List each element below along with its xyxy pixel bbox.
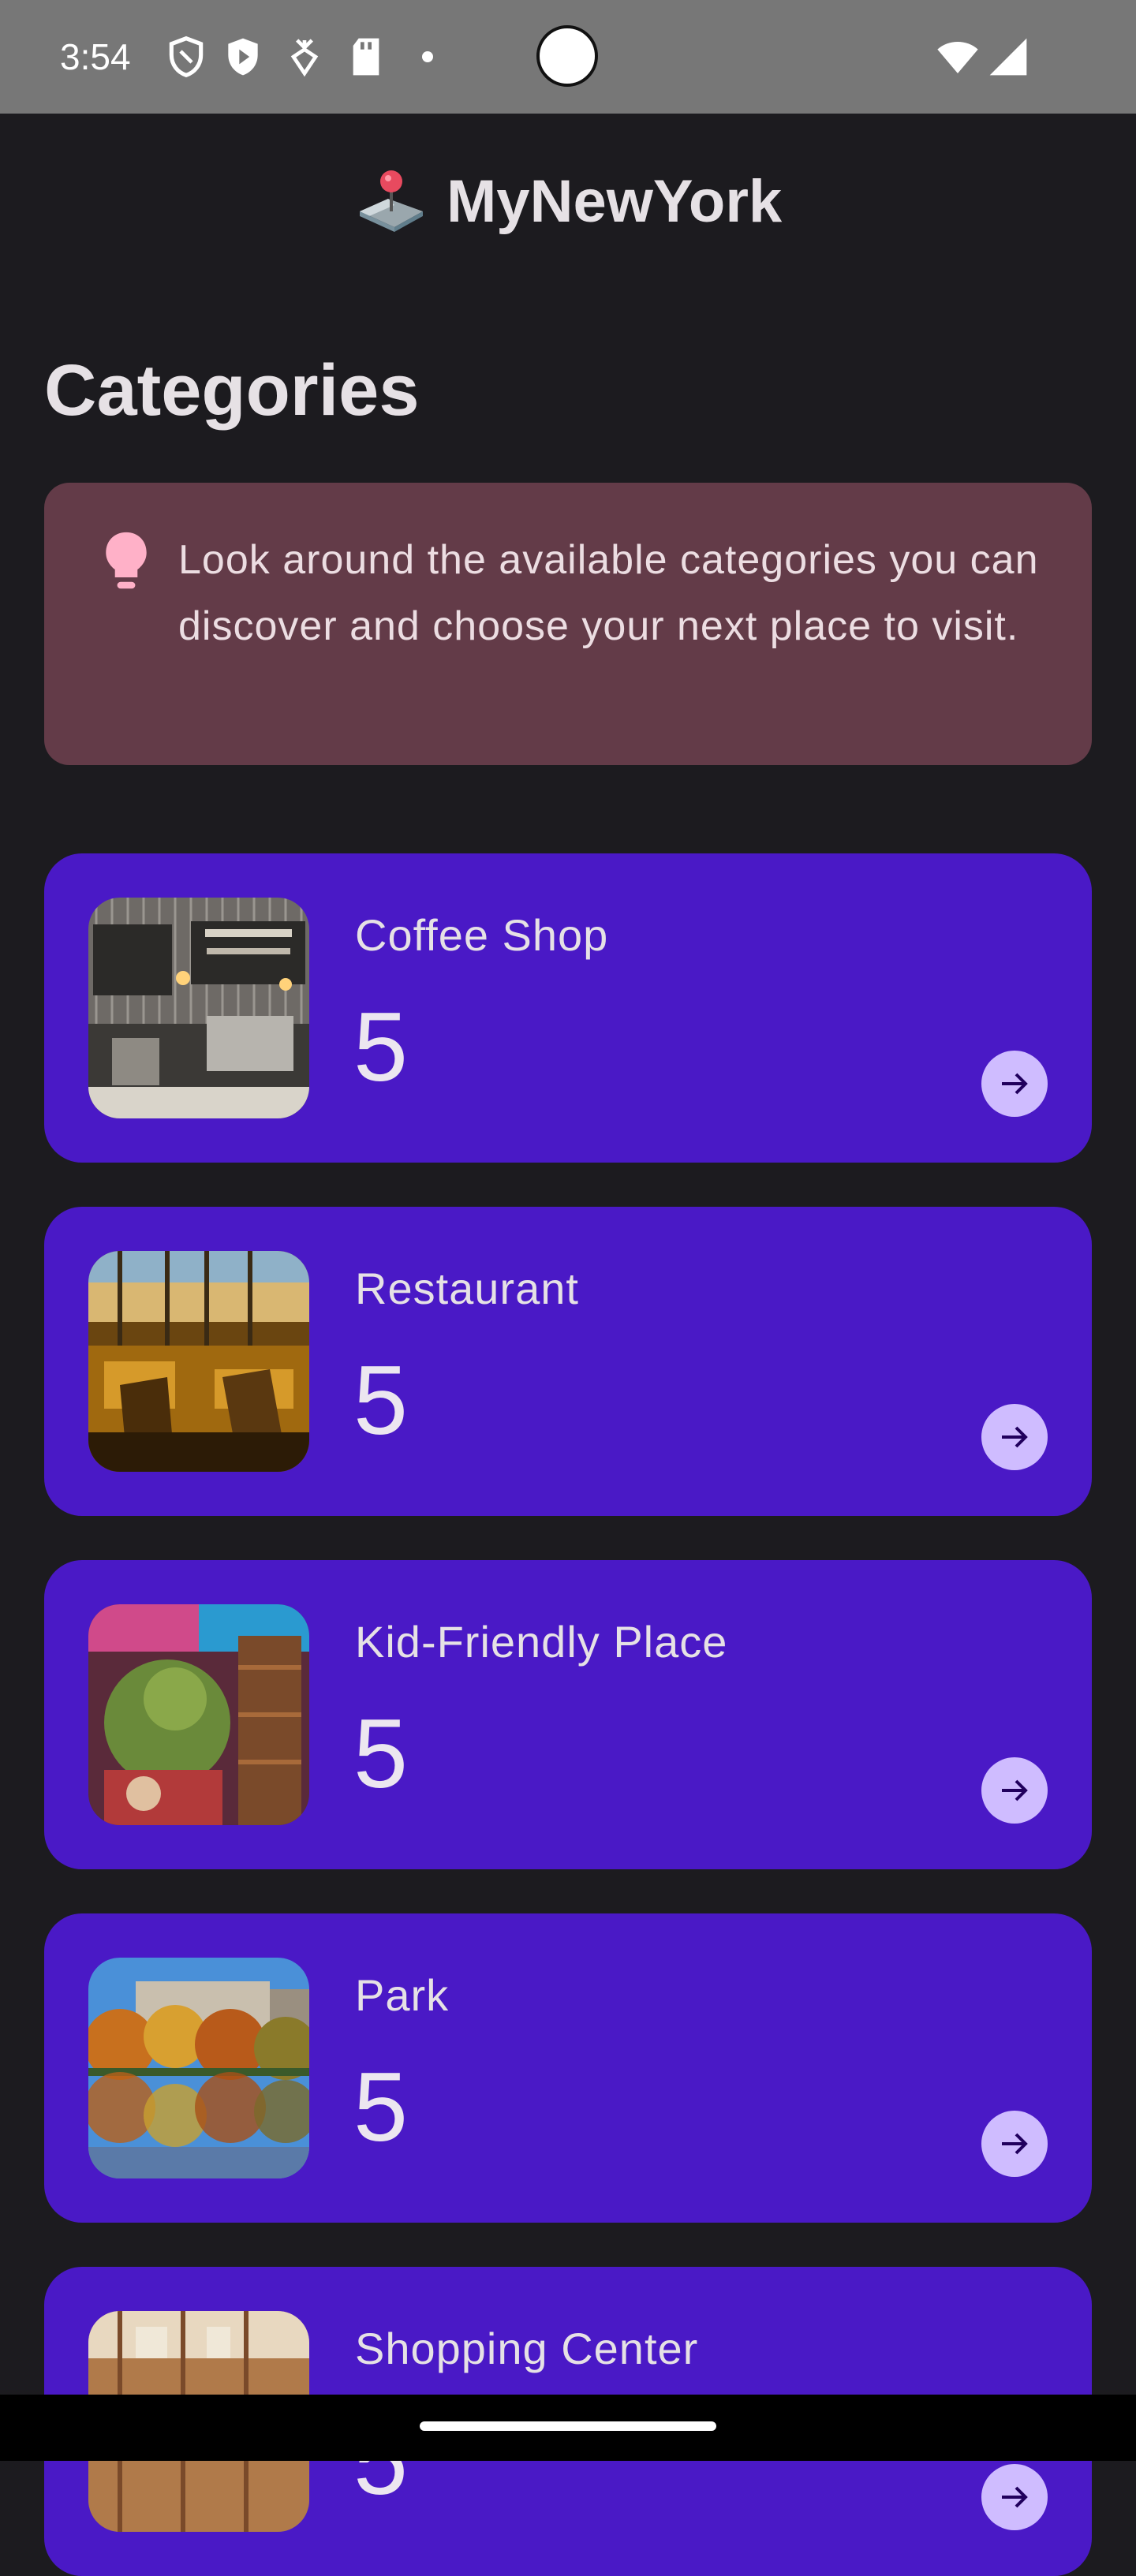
shield-play-icon bbox=[228, 38, 258, 76]
kid-friendly-photo bbox=[88, 1604, 309, 1825]
download-icon bbox=[290, 39, 319, 77]
dot-icon bbox=[422, 51, 433, 62]
park-photo bbox=[88, 1958, 309, 2178]
arrow-forward-icon bbox=[1002, 2133, 1028, 2155]
system-navigation-bar bbox=[0, 2395, 1136, 2461]
open-category-button[interactable] bbox=[981, 1757, 1048, 1824]
category-name: Coffee Shop bbox=[355, 910, 609, 960]
category-count: 5 bbox=[353, 1700, 408, 1809]
camera-cutout bbox=[536, 25, 598, 87]
wifi-icon bbox=[937, 42, 978, 73]
app-title: MyNewYork bbox=[447, 168, 783, 235]
category-card-park[interactable]: Park 5 bbox=[44, 1913, 1092, 2223]
shield-outline-icon bbox=[169, 35, 204, 78]
category-name: Park bbox=[355, 1970, 450, 2020]
category-card-restaurant[interactable]: Restaurant 5 bbox=[44, 1207, 1092, 1516]
arrow-forward-icon bbox=[1002, 1073, 1028, 1095]
status-time: 3:54 bbox=[60, 36, 131, 77]
arrow-forward-icon bbox=[1002, 1426, 1028, 1448]
home-gesture-handle[interactable] bbox=[420, 2421, 716, 2431]
app-bar: MyNewYork bbox=[0, 114, 1136, 295]
category-card-kid-friendly-place[interactable]: Kid-Friendly Place 5 bbox=[44, 1560, 1092, 1869]
info-banner: Look around the available categories you… bbox=[44, 483, 1092, 765]
category-name: Shopping Center bbox=[355, 2324, 699, 2373]
info-banner-text: Look around the available categories you… bbox=[178, 537, 1039, 649]
arrow-forward-icon bbox=[1002, 1779, 1028, 1801]
open-category-button[interactable] bbox=[981, 1051, 1048, 1117]
category-name: Restaurant bbox=[355, 1264, 579, 1313]
lightbulb-icon bbox=[106, 532, 147, 589]
category-count: 5 bbox=[353, 993, 408, 1102]
map-pin-icon bbox=[360, 170, 423, 232]
sd-card-icon bbox=[353, 38, 379, 76]
category-count: 5 bbox=[353, 1346, 408, 1455]
open-category-button[interactable] bbox=[981, 2111, 1048, 2177]
status-bar: 3:54 bbox=[0, 0, 1136, 114]
coffee-shop-photo bbox=[88, 898, 309, 1118]
category-name: Kid-Friendly Place bbox=[355, 1617, 728, 1667]
page-title: Categories bbox=[44, 350, 420, 431]
signal-icon bbox=[989, 38, 1027, 76]
category-card-coffee-shop[interactable]: Coffee Shop 5 bbox=[44, 853, 1092, 1163]
arrow-forward-icon bbox=[1002, 2486, 1028, 2508]
open-category-button[interactable] bbox=[981, 1404, 1048, 1470]
restaurant-photo bbox=[88, 1251, 309, 1472]
category-count: 5 bbox=[353, 2053, 408, 2162]
open-category-button[interactable] bbox=[981, 2464, 1048, 2530]
